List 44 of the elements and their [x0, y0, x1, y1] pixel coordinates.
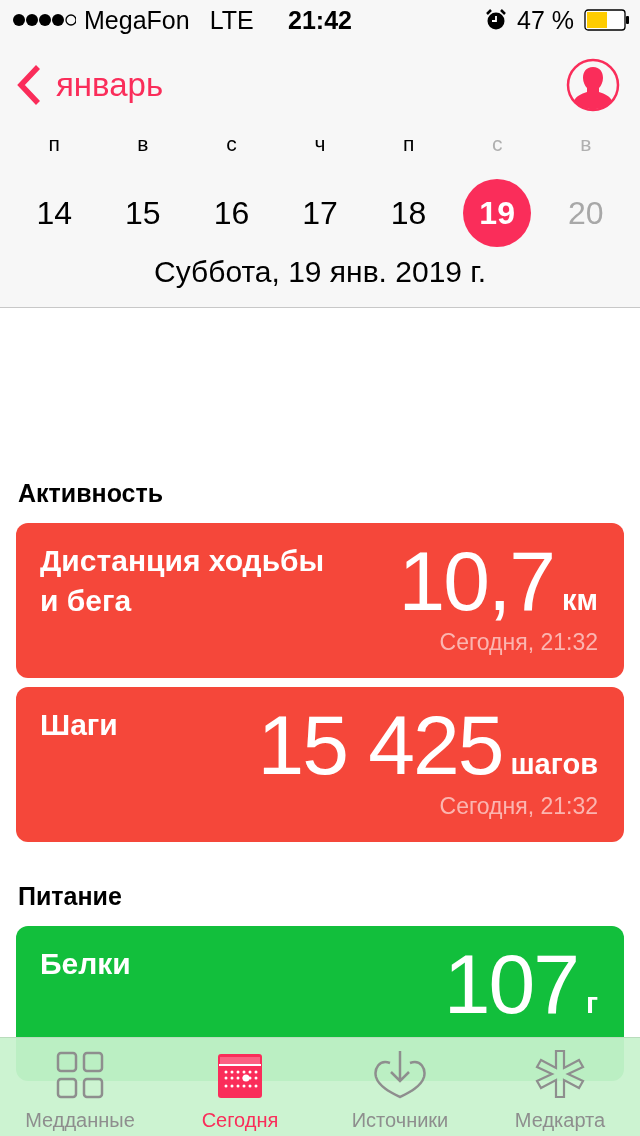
metric-title: Белки	[40, 946, 132, 982]
signal-icon	[12, 13, 76, 27]
metric-value: 15 425	[257, 703, 503, 787]
chevron-left-icon	[16, 64, 42, 106]
weekday-letter: ч	[314, 132, 326, 157]
weekday-letter: с	[491, 132, 503, 157]
metric-value: 107	[443, 942, 578, 1026]
weekday-letter: с	[226, 132, 237, 157]
timestamp: Сегодня, 21:32	[439, 629, 598, 656]
heart-download-icon	[373, 1049, 427, 1099]
day-button[interactable]: 16	[197, 179, 266, 247]
day-button[interactable]: 19	[463, 179, 532, 247]
metric-title: Шаги	[40, 707, 119, 743]
section-title: Активность	[17, 478, 165, 509]
network-type: LTE	[209, 5, 254, 35]
metric-unit: шагов	[510, 750, 598, 779]
metric-card[interactable]: Шаги 15 425 шагов Сегодня, 21:32	[16, 687, 624, 842]
metric-unit: км	[562, 586, 598, 615]
weekday-letter: п	[48, 132, 60, 157]
clock-time: 21:42	[288, 5, 352, 34]
profile-icon[interactable]	[566, 58, 620, 112]
battery-percent: 47 %	[517, 5, 574, 35]
day-button[interactable]: 17	[286, 179, 354, 247]
metric-title: Дистанция ходьбы и бега	[40, 543, 326, 619]
day-button[interactable]: 20	[551, 179, 620, 247]
timestamp: Сегодня, 21:32	[439, 793, 598, 820]
back-button[interactable]: январь	[16, 64, 164, 106]
section-title: Питание	[17, 881, 123, 912]
metric-card[interactable]: Дистанция ходьбы и бега 10,7 км Сегодня, 21:32	[16, 523, 624, 678]
day-button[interactable]: 14	[20, 179, 89, 247]
grid-icon	[56, 1051, 104, 1099]
selected-date: Суббота, 19 янв. 2019 г.	[153, 254, 487, 290]
battery-icon	[584, 9, 630, 31]
alarm-icon	[485, 9, 507, 31]
metric-value: 10,7	[398, 539, 555, 623]
carrier-name: MegaFon	[84, 5, 190, 35]
day-button[interactable]: 15	[108, 179, 177, 247]
day-button[interactable]: 18	[374, 179, 443, 247]
asterisk-icon	[535, 1049, 585, 1099]
calendar-icon	[217, 1053, 263, 1099]
weekday-letter: в	[137, 132, 149, 157]
weekday-letter: в	[580, 132, 592, 157]
metric-unit: г	[585, 989, 598, 1018]
weekday-letter: п	[402, 132, 415, 157]
